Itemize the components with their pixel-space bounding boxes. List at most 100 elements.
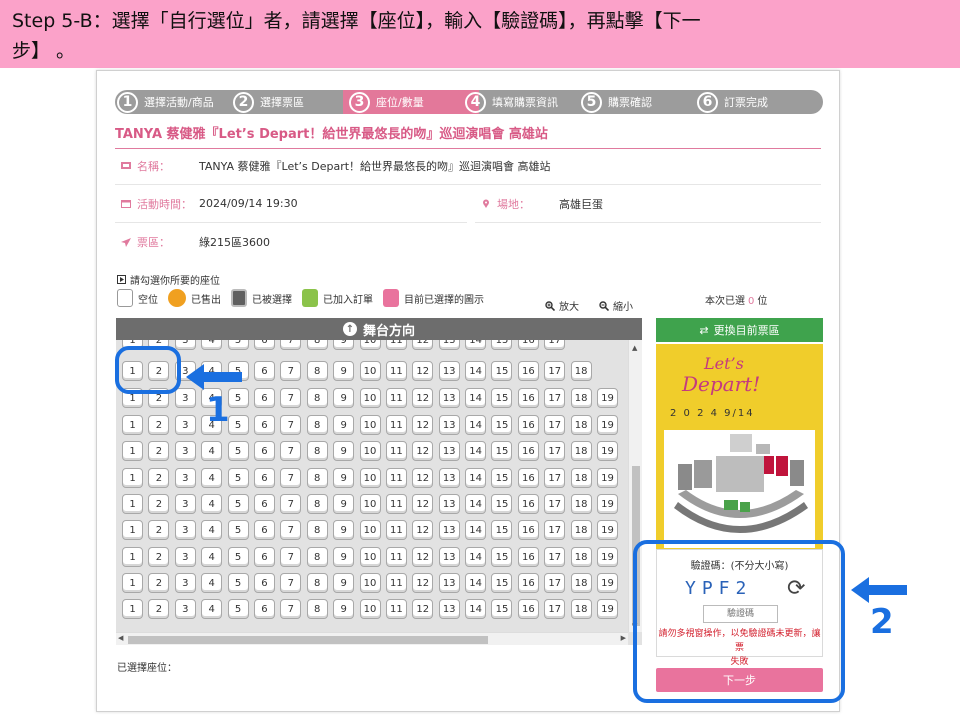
seat-button[interactable]: 6 [253,573,275,593]
horizontal-scrollbar[interactable]: ◀ ▶ [116,632,628,645]
seat-button[interactable]: 3 [174,547,196,567]
seat-button[interactable]: 13 [438,547,460,567]
seat-button[interactable]: 6 [253,441,275,461]
seat-button[interactable]: 14 [465,388,487,408]
seat-button[interactable]: 12 [412,388,434,408]
seat-button[interactable]: 18 [570,547,592,567]
scroll-up-icon[interactable]: ▲ [632,344,637,352]
seat-button[interactable]: 17 [544,468,566,488]
seat-button[interactable]: 1 [122,520,143,540]
seat-button[interactable]: 3 [174,468,196,488]
seat-button[interactable]: 4 [201,573,223,593]
seat-button[interactable]: 4 [201,340,223,350]
seat-button[interactable]: 1 [122,494,143,514]
seat-button[interactable]: 12 [412,520,434,540]
seat-button[interactable]: 19 [597,599,619,619]
seat-button[interactable]: 9 [333,547,355,567]
seat-button[interactable]: 9 [333,441,355,461]
seat-button[interactable]: 13 [438,520,460,540]
seat-button[interactable]: 8 [306,361,328,381]
seat-button[interactable]: 17 [544,340,566,350]
seat-button[interactable]: 17 [544,599,566,619]
seat-button[interactable]: 2 [148,494,170,514]
seat-button[interactable]: 11 [385,388,407,408]
seat-button[interactable]: 6 [253,599,275,619]
seat-button[interactable]: 2 [148,468,170,488]
seat-button[interactable]: 19 [597,494,619,514]
seat-button[interactable]: 18 [570,441,592,461]
seat-button[interactable]: 10 [359,415,381,435]
change-area-button[interactable]: ⇄ 更換目前票區 [656,318,823,342]
seat-button[interactable]: 5 [227,573,249,593]
scroll-right-icon[interactable]: ▶ [621,634,626,642]
seat-button[interactable]: 4 [201,441,223,461]
seat-button[interactable]: 19 [597,573,619,593]
seat-button[interactable]: 9 [333,468,355,488]
seat-button[interactable]: 10 [359,441,381,461]
seat-button[interactable]: 19 [597,415,619,435]
seat-button[interactable]: 3 [174,599,196,619]
seat-button[interactable]: 17 [544,415,566,435]
seat-button[interactable]: 14 [465,441,487,461]
seat-button[interactable]: 12 [412,468,434,488]
seat-button[interactable]: 16 [517,468,539,488]
seat-button[interactable]: 13 [438,573,460,593]
seat-button[interactable]: 16 [517,340,539,350]
seat-button[interactable]: 2 [148,573,170,593]
seat-button[interactable]: 12 [412,340,434,350]
seat-button[interactable]: 13 [438,494,460,514]
seat-button[interactable]: 6 [253,520,275,540]
seat-button[interactable]: 13 [438,441,460,461]
seat-button[interactable]: 10 [359,361,381,381]
seat-button[interactable]: 14 [465,520,487,540]
seat-button[interactable]: 11 [385,415,407,435]
seat-button[interactable]: 18 [570,573,592,593]
seat-button[interactable]: 6 [253,468,275,488]
seat-button[interactable]: 19 [597,441,619,461]
seat-button[interactable]: 1 [122,415,143,435]
seat-button[interactable]: 1 [122,599,143,619]
zoom-in-button[interactable]: 放大 [545,298,579,313]
seat-button[interactable]: 1 [122,547,143,567]
seat-button[interactable]: 17 [544,494,566,514]
seat-button[interactable]: 11 [385,547,407,567]
seat-button[interactable]: 7 [280,547,302,567]
seat-button[interactable]: 19 [597,388,619,408]
seat-button[interactable]: 15 [491,494,513,514]
seat-button[interactable]: 5 [227,520,249,540]
seat-button[interactable]: 14 [465,340,487,350]
seat-button[interactable]: 14 [465,415,487,435]
seat-button[interactable]: 5 [227,415,249,435]
seat-button[interactable]: 8 [306,573,328,593]
seat-button[interactable]: 9 [333,520,355,540]
seat-button[interactable]: 15 [491,361,513,381]
seat-button[interactable]: 12 [412,573,434,593]
seat-button[interactable]: 15 [491,340,513,350]
seat-button[interactable]: 12 [412,415,434,435]
seat-button[interactable]: 2 [148,415,170,435]
seat-button[interactable]: 7 [280,520,302,540]
seat-button[interactable]: 16 [517,494,539,514]
seat-button[interactable]: 18 [570,388,592,408]
seat-button[interactable]: 7 [280,599,302,619]
seat-button[interactable]: 10 [359,547,381,567]
seat-button[interactable]: 3 [174,388,196,408]
seat-button[interactable]: 4 [201,547,223,567]
seat-button[interactable]: 8 [306,415,328,435]
seat-button[interactable]: 17 [544,441,566,461]
seat-button[interactable]: 5 [227,388,249,408]
scroll-thumb[interactable] [128,636,488,644]
seat-button[interactable]: 9 [333,361,355,381]
seat-button[interactable]: 17 [544,388,566,408]
seat-button[interactable]: 2 [148,599,170,619]
seat-button[interactable]: 3 [174,441,196,461]
seat-button[interactable]: 5 [227,468,249,488]
seat-button[interactable]: 13 [438,361,460,381]
seat-button[interactable]: 8 [306,520,328,540]
seat-button[interactable]: 12 [412,441,434,461]
seat-button[interactable]: 1 [122,441,143,461]
seat-button[interactable]: 9 [333,415,355,435]
seat-button[interactable]: 18 [570,520,592,540]
seat-button[interactable]: 11 [385,520,407,540]
seat-button[interactable]: 13 [438,468,460,488]
